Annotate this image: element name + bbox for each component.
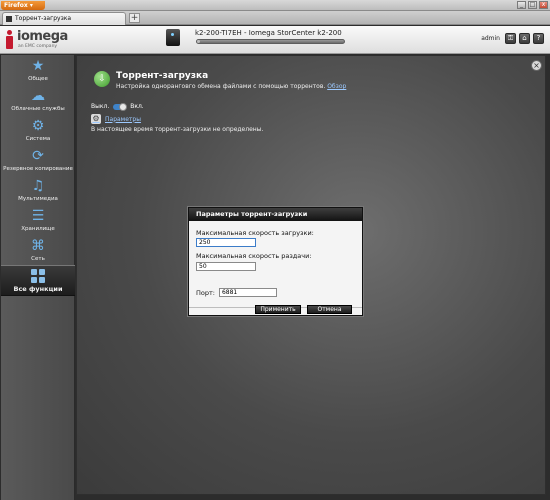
sidebar-item-storage[interactable]: ☰ Хранилище [1, 208, 75, 236]
dialog-title: Параметры торрент-загрузки [189, 208, 362, 221]
tab-title: Торрент-загрузка [15, 15, 72, 22]
maximize-button[interactable]: □ [528, 1, 537, 9]
torrent-settings-dialog: Параметры торрент-загрузки Максимальная … [188, 207, 363, 316]
home-icon[interactable]: ⌂ [519, 33, 530, 44]
logo-name: iomega [17, 29, 68, 44]
cloud-icon: ☁ [31, 88, 45, 104]
storage-icon: ☰ [31, 208, 45, 224]
sidebar-item-label: Облачные службы [11, 106, 65, 112]
iomega-logo[interactable]: iomega an EMC company [5, 29, 68, 52]
port-label: Порт: [196, 288, 215, 297]
sidebar: ★ Общее ☁ Облачные службы ⚙ Система ⟳ Ре… [1, 55, 75, 500]
sidebar-item-general[interactable]: ★ Общее [1, 58, 75, 86]
sidebar-item-label: Сеть [31, 256, 45, 262]
device-title: k2-200-TI7EH - Iomega StorCenter k2-200 [195, 29, 342, 37]
help-icon[interactable]: ? [533, 33, 544, 44]
browser-titlebar: Firefox ▾ _ □ x [0, 0, 550, 11]
backup-icon: ⟳ [32, 148, 44, 164]
media-icon: ♫ [31, 178, 45, 194]
max-download-label: Максимальная скорость загрузки: [196, 229, 314, 237]
toggle-off-label: Выкл. [91, 103, 110, 110]
torrent-toggle[interactable] [113, 102, 128, 111]
apply-button[interactable]: Применить [255, 305, 301, 314]
torrent-toggle-row: Выкл. Вкл. [91, 102, 144, 111]
capacity-bar-fill [197, 40, 200, 43]
window-controls: _ □ x [517, 1, 548, 9]
parameters-link[interactable]: ⚙ Параметры [91, 114, 141, 124]
torrent-icon: ⇩ [94, 71, 110, 87]
firefox-menu-button[interactable]: Firefox ▾ [1, 1, 45, 10]
capacity-bar [196, 39, 345, 44]
close-panel-icon[interactable]: × [531, 60, 542, 71]
sidebar-item-label: Хранилище [21, 226, 55, 232]
star-icon: ★ [31, 58, 45, 74]
sidebar-item-label: Система [25, 136, 51, 142]
max-upload-label: Максимальная скорость раздачи: [196, 252, 312, 260]
close-window-button[interactable]: x [539, 1, 548, 9]
user-key-icon[interactable]: ⚿ [505, 33, 516, 44]
toggle-on-label: Вкл. [130, 103, 144, 110]
page-description: Настройка одноранговго обмена файлами с … [116, 83, 347, 90]
minimize-button[interactable]: _ [517, 1, 526, 9]
max-download-input[interactable] [196, 238, 256, 247]
user-area: admin ⚿ ⌂ ? [481, 33, 544, 44]
sidebar-item-cloud[interactable]: ☁ Облачные службы [1, 88, 75, 116]
port-row: Порт: [196, 288, 277, 297]
overview-link[interactable]: Обзор [327, 83, 346, 90]
sidebar-item-backup[interactable]: ⟳ Резервное копирование [1, 148, 75, 176]
logo-subtitle: an EMC company [18, 44, 58, 49]
browser-tab[interactable]: Торрент-загрузка [2, 12, 126, 25]
cancel-button[interactable]: Отмена [307, 305, 352, 314]
grid-icon [31, 269, 45, 283]
parameters-link-label: Параметры [105, 115, 141, 123]
sidebar-item-label: Резервное копирование [3, 166, 73, 172]
sidebar-item-label: Общее [28, 76, 48, 82]
dialog-body: Максимальная скорость загрузки: Максимал… [189, 221, 362, 317]
sidebar-item-system[interactable]: ⚙ Система [1, 118, 75, 146]
username: admin [481, 35, 500, 42]
new-tab-button[interactable]: + [129, 13, 140, 23]
sidebar-item-label: Мультимедиа [18, 196, 58, 202]
page-title: Торрент-загрузка [116, 71, 209, 81]
gear-icon: ⚙ [31, 118, 45, 134]
tab-bar: Торрент-загрузка + [0, 11, 550, 25]
app-header: iomega an EMC company k2-200-TI7EH - Iom… [0, 26, 550, 54]
status-message: В настоящее время торрент-загрузки не оп… [91, 126, 264, 133]
network-icon: ⌘ [31, 238, 45, 254]
max-upload-input[interactable] [196, 262, 256, 271]
port-input[interactable] [218, 288, 277, 297]
device-icon [166, 29, 180, 46]
sidebar-item-network[interactable]: ⌘ Сеть [1, 238, 75, 266]
all-functions-button[interactable]: Все функции [1, 265, 75, 296]
tab-favicon-icon [6, 16, 12, 22]
sidebar-item-media[interactable]: ♫ Мультимедиа [1, 178, 75, 206]
logo-mark-icon [5, 30, 14, 49]
settings-gear-icon: ⚙ [91, 114, 101, 124]
all-functions-label: Все функции [13, 285, 63, 293]
